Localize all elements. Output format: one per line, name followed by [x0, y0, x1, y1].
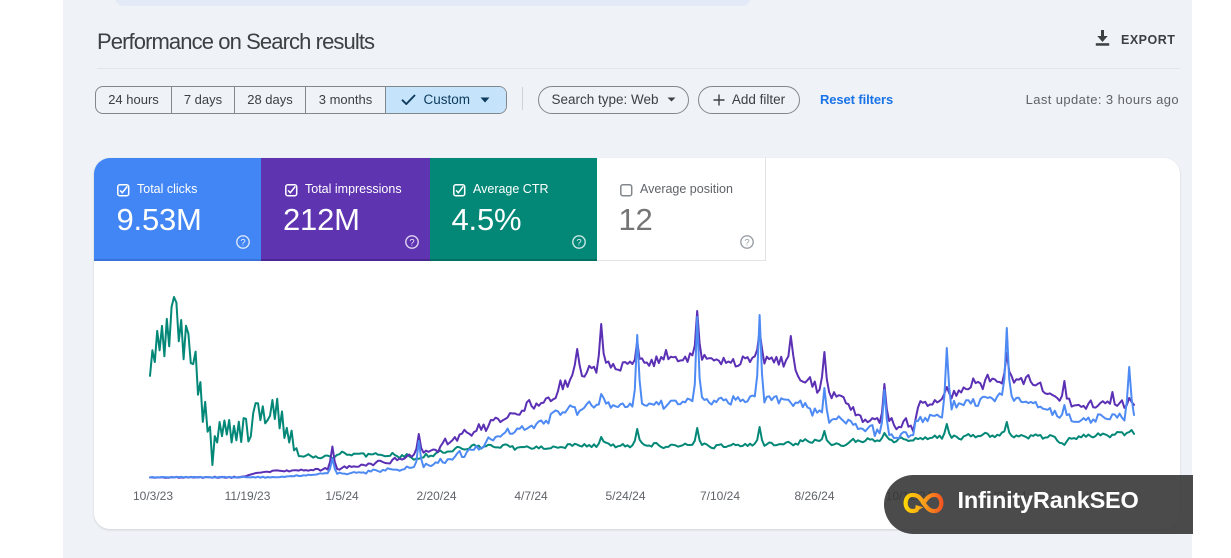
svg-text:?: ? — [576, 237, 581, 248]
svg-text:?: ? — [744, 237, 749, 248]
svg-text:?: ? — [240, 237, 245, 248]
svg-text:?: ? — [409, 237, 414, 248]
